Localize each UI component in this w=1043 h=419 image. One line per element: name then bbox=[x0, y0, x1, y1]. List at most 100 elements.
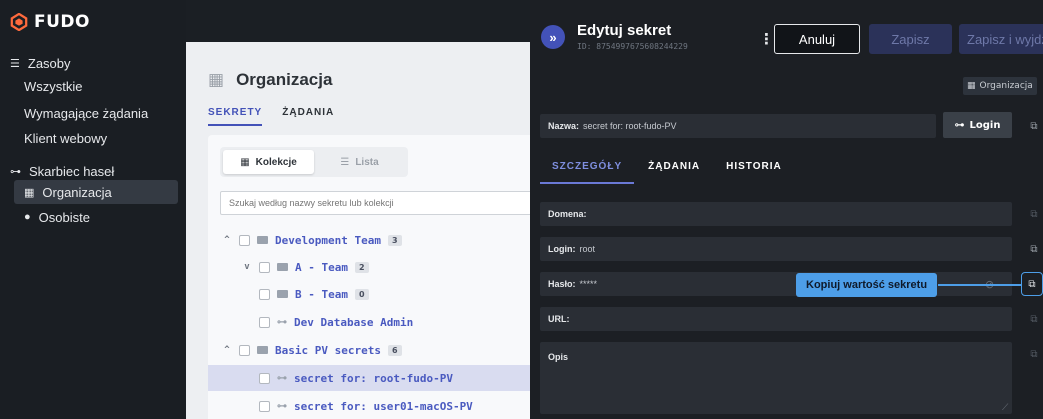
login-field[interactable]: Login: root bbox=[540, 237, 1012, 261]
copy-url-icon[interactable]: ⧉ bbox=[1028, 313, 1040, 325]
copy-name-icon[interactable]: ⧉ bbox=[1028, 120, 1040, 132]
domain-field-label: Domena: bbox=[548, 209, 587, 219]
view-collections-label: Kolekcje bbox=[255, 156, 297, 168]
name-field[interactable]: Nazwa: secret for: root-fudo-PV bbox=[540, 114, 936, 138]
view-list-button[interactable]: ☰ Lista bbox=[314, 150, 405, 174]
page-title: ▦ Organizacja bbox=[208, 70, 332, 90]
count-badge: 0 bbox=[354, 288, 369, 300]
copy-domain-icon[interactable]: ⧉ bbox=[1028, 208, 1040, 220]
tree-row-b-team[interactable]: B - Team 0 bbox=[208, 281, 538, 307]
sidebar-item-personal[interactable]: ● Osobiste bbox=[24, 206, 90, 228]
building-icon: ▦ bbox=[24, 186, 35, 199]
row-checkbox[interactable] bbox=[259, 316, 270, 328]
key-icon: ⊶ bbox=[277, 316, 287, 328]
tab-details[interactable]: SZCZEGÓŁY bbox=[540, 155, 635, 184]
tree-row-label: secret for: user01-macOS-PV bbox=[294, 399, 473, 413]
chevron-up-icon[interactable]: ^ bbox=[222, 235, 232, 245]
copy-description-icon[interactable]: ⧉ bbox=[1028, 348, 1040, 360]
tree-row-development-team[interactable]: ^ Development Team 3 bbox=[208, 227, 538, 253]
row-checkbox[interactable] bbox=[259, 372, 270, 384]
name-field-value: secret for: root-fudo-PV bbox=[583, 121, 677, 131]
sidebar-item-organization[interactable]: ▦ Organizacja bbox=[24, 181, 112, 203]
tab-secrets[interactable]: SEKRETY bbox=[208, 107, 263, 126]
collapse-drawer-button[interactable]: » bbox=[541, 25, 565, 49]
folder-icon bbox=[257, 236, 268, 244]
domain-field[interactable]: Domena: bbox=[540, 202, 1012, 226]
resize-handle-icon[interactable]: ⟋ bbox=[1002, 402, 1008, 413]
organization-badge-label: Organizacja bbox=[979, 81, 1033, 91]
url-field[interactable]: URL: bbox=[540, 307, 1012, 331]
fudo-logo[interactable]: FUDO bbox=[10, 12, 90, 32]
sidebar-item-organization-label: Organizacja bbox=[42, 184, 112, 200]
password-field-label: Hasło: bbox=[548, 279, 576, 289]
folder-icon bbox=[257, 346, 268, 354]
tree-row-basic-pv-secrets[interactable]: ^ Basic PV secrets 6 bbox=[208, 337, 538, 363]
login-field-label: Login: bbox=[548, 244, 576, 254]
fudo-logo-icon bbox=[10, 13, 28, 31]
tree-row-dev-database-admin[interactable]: ⊶ Dev Database Admin bbox=[208, 309, 538, 335]
key-icon: ⊶ bbox=[277, 372, 287, 384]
sidebar-item-all[interactable]: Wszystkie bbox=[24, 79, 83, 94]
tree-row-user01-macos-pv[interactable]: ⊶ secret for: user01-macOS-PV bbox=[208, 393, 538, 419]
folder-icon bbox=[277, 290, 288, 298]
tree-row-label: Dev Database Admin bbox=[294, 315, 414, 329]
login-button-label: Login bbox=[969, 119, 1001, 131]
view-collections-button[interactable]: ▦ Kolekcje bbox=[223, 150, 314, 174]
description-field-label: Opis bbox=[548, 352, 569, 362]
key-icon: ⊶ bbox=[10, 166, 21, 178]
sidebar-item-requires-request[interactable]: Wymagające żądania bbox=[24, 106, 148, 121]
drawer-title: Edytuj sekret bbox=[577, 22, 672, 39]
folder-icon bbox=[277, 263, 288, 271]
row-checkbox[interactable] bbox=[239, 344, 250, 356]
list-icon: ☰ bbox=[10, 58, 20, 70]
tree-row-label: B - Team bbox=[295, 287, 348, 301]
tree-row-root-fudo-pv[interactable]: ⊶ secret for: root-fudo-PV bbox=[208, 365, 538, 391]
nav-section-vault-label: Skarbiec haseł bbox=[29, 164, 115, 179]
save-button[interactable]: Zapisz bbox=[869, 24, 952, 54]
double-chevron-right-icon: » bbox=[549, 29, 557, 45]
view-toggle: ▦ Kolekcje ☰ Lista bbox=[220, 147, 408, 177]
logo-text: FUDO bbox=[34, 12, 90, 32]
list-icon: ☰ bbox=[340, 156, 350, 168]
more-options-icon[interactable]: ⋮ bbox=[759, 30, 774, 48]
tab-drawer-requests[interactable]: ŻĄDANIA bbox=[636, 155, 712, 184]
organization-badge: ▦ Organizacja bbox=[963, 77, 1037, 95]
building-icon: ▦ bbox=[208, 70, 225, 89]
save-and-exit-button[interactable]: Zapisz i wyjdź bbox=[959, 24, 1043, 54]
login-button[interactable]: ⊶ Login bbox=[943, 112, 1012, 138]
page-tabs: SEKRETY ŻĄDANIA bbox=[208, 107, 334, 126]
count-badge: 2 bbox=[354, 261, 369, 273]
row-checkbox[interactable] bbox=[259, 288, 270, 300]
chevron-up-icon[interactable]: ^ bbox=[222, 345, 232, 355]
password-field-value: ***** bbox=[579, 279, 598, 289]
sidebar-item-web-client[interactable]: Klient webowy bbox=[24, 131, 107, 146]
tab-history[interactable]: HISTORIA bbox=[714, 155, 794, 184]
view-list-label: Lista bbox=[355, 156, 379, 168]
secrets-card: ▦ Kolekcje ☰ Lista ^ Development Team 3 … bbox=[208, 135, 548, 419]
name-field-label: Nazwa: bbox=[548, 121, 580, 131]
nav-section-vault[interactable]: ⊶ Skarbiec haseł bbox=[10, 164, 114, 179]
drawer-tabs: SZCZEGÓŁY ŻĄDANIA HISTORIA bbox=[540, 155, 794, 184]
key-icon: ⊶ bbox=[954, 119, 965, 131]
grid-icon: ▦ bbox=[240, 156, 250, 168]
row-checkbox[interactable] bbox=[259, 261, 270, 273]
sidebar: FUDO ☰ Zasoby Wszystkie Wymagające żądan… bbox=[0, 0, 186, 419]
edit-secret-drawer: » Edytuj sekret ID: 8754997675608244229 … bbox=[530, 0, 1043, 419]
row-checkbox[interactable] bbox=[239, 234, 250, 246]
search-input[interactable] bbox=[220, 191, 540, 215]
copy-password-icon[interactable]: ⧉ bbox=[1021, 272, 1043, 296]
nav-section-resources[interactable]: ☰ Zasoby bbox=[10, 56, 71, 71]
row-checkbox[interactable] bbox=[259, 400, 270, 412]
description-field[interactable]: Opis bbox=[540, 342, 1012, 414]
tab-requests[interactable]: ŻĄDANIA bbox=[282, 107, 334, 126]
building-icon: ▦ bbox=[967, 81, 976, 91]
copy-secret-tooltip: Kopiuj wartość sekretu bbox=[796, 273, 938, 297]
copy-login-icon[interactable]: ⧉ bbox=[1028, 243, 1040, 255]
sidebar-item-personal-label: Osobiste bbox=[38, 209, 90, 225]
user-circle-icon: ● bbox=[24, 211, 31, 223]
tree-row-a-team[interactable]: v A - Team 2 bbox=[208, 254, 538, 280]
tree-row-label: secret for: root-fudo-PV bbox=[294, 371, 453, 385]
count-badge: 6 bbox=[387, 344, 402, 356]
chevron-down-icon[interactable]: v bbox=[242, 262, 252, 272]
cancel-button[interactable]: Anuluj bbox=[774, 24, 860, 54]
